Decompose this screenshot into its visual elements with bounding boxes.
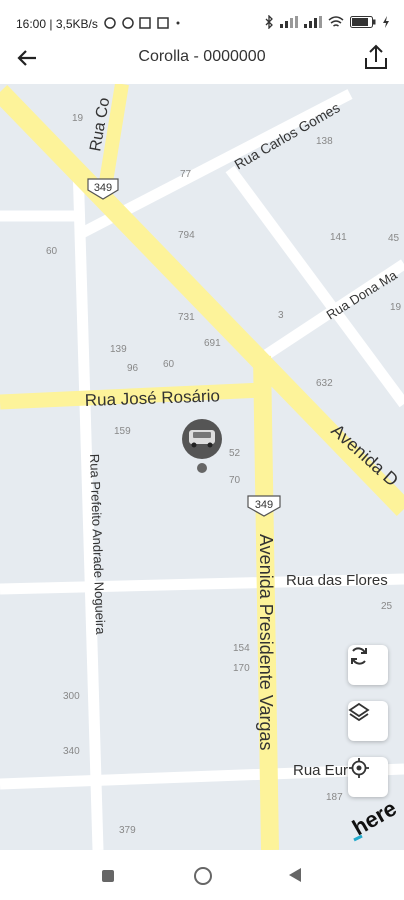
map-view[interactable]: Rua Co Rua Carlos Gomes Rua Dona Ma Rua … <box>0 84 404 850</box>
svg-text:159: 159 <box>114 426 131 437</box>
svg-text:52: 52 <box>229 448 241 459</box>
locate-button[interactable] <box>348 757 388 797</box>
battery-icon <box>350 16 376 28</box>
status-icons <box>264 15 390 29</box>
street-label: Rua das Flores <box>286 572 388 589</box>
svg-text:154: 154 <box>233 643 250 654</box>
map-canvas[interactable]: Rua Co Rua Carlos Gomes Rua Dona Ma Rua … <box>0 84 404 850</box>
bluetooth-icon <box>265 15 273 29</box>
recent-apps-icon[interactable] <box>102 870 114 882</box>
wifi-icon <box>328 16 344 27</box>
signal2-icon <box>304 16 322 28</box>
svg-text:141: 141 <box>330 232 347 243</box>
charging-icon <box>383 16 389 28</box>
layers-button[interactable] <box>348 701 388 741</box>
svg-text:60: 60 <box>163 359 175 370</box>
refresh-icon <box>351 647 367 665</box>
page-title: Corolla - 0000000 <box>138 48 266 65</box>
svg-text:45: 45 <box>388 233 400 244</box>
home-icon[interactable] <box>194 867 212 885</box>
signal-icon <box>280 16 298 28</box>
svg-text:170: 170 <box>233 663 250 674</box>
status-time: 16:00 | 3,5KB/s <box>16 17 98 31</box>
locate-icon <box>349 758 369 778</box>
street-label: Avenida Presidente Vargas <box>256 534 276 750</box>
svg-text:187: 187 <box>326 792 343 803</box>
svg-text:19: 19 <box>390 302 402 313</box>
svg-text:300: 300 <box>63 691 80 702</box>
svg-text:794: 794 <box>178 230 195 241</box>
svg-text:70: 70 <box>229 475 241 486</box>
svg-text:3: 3 <box>278 310 284 321</box>
svg-text:379: 379 <box>119 825 136 836</box>
svg-text:139: 139 <box>110 344 127 355</box>
svg-text:60: 60 <box>46 246 58 257</box>
layers-icon <box>348 702 370 722</box>
location-dot <box>197 463 207 473</box>
svg-text:19: 19 <box>72 113 84 124</box>
svg-text:731: 731 <box>178 312 195 323</box>
svg-text:632: 632 <box>316 378 333 389</box>
system-nav-bar <box>0 850 404 900</box>
street-label: Rua Eur <box>293 762 348 779</box>
share-icon[interactable] <box>362 42 390 72</box>
notification-icons <box>104 17 180 29</box>
svg-text:25: 25 <box>381 601 393 612</box>
svg-text:349: 349 <box>94 182 112 194</box>
back-nav-icon[interactable] <box>289 868 301 882</box>
car-icon[interactable] <box>182 419 222 459</box>
app-bar: Corolla - 0000000 <box>0 34 404 84</box>
svg-text:340: 340 <box>63 746 80 757</box>
svg-text:77: 77 <box>180 169 192 180</box>
refresh-button[interactable] <box>348 645 388 685</box>
svg-text:138: 138 <box>316 136 333 147</box>
svg-text:691: 691 <box>204 338 221 349</box>
svg-text:96: 96 <box>127 363 139 374</box>
svg-text:349: 349 <box>255 499 273 511</box>
